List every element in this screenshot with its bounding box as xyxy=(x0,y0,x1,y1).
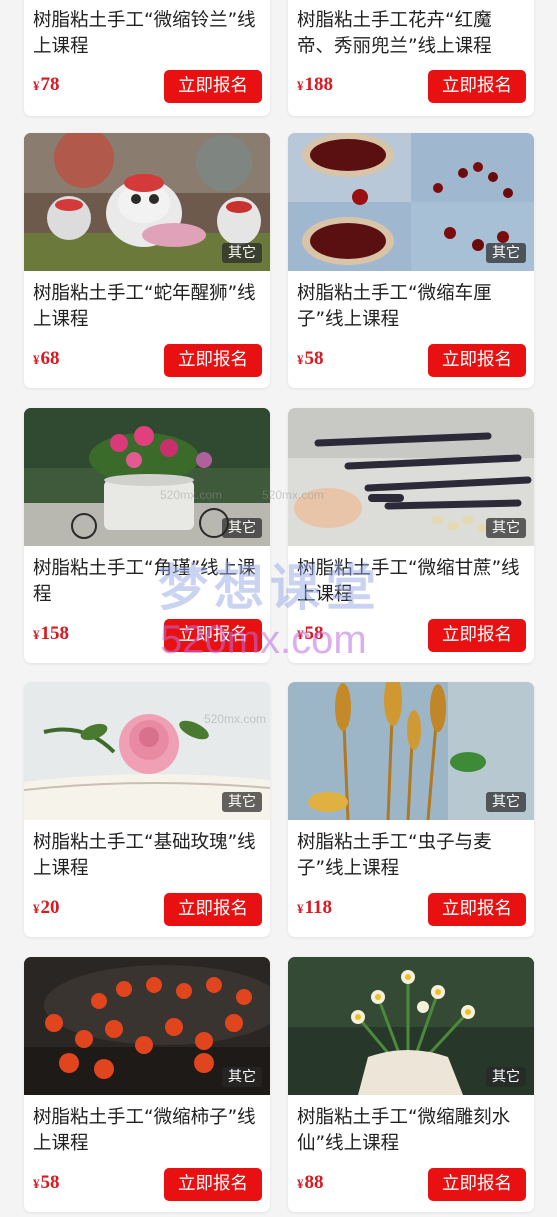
category-tag: 其它 xyxy=(486,1067,526,1087)
enroll-button[interactable]: 立即报名 xyxy=(428,70,526,103)
course-image-rose[interactable]: 其它 xyxy=(24,682,270,820)
course-card[interactable]: 其它 树脂粘土手工“微缩雕刻水仙”线上课程 ¥88 立即报名 xyxy=(288,957,534,1212)
enroll-button[interactable]: 立即报名 xyxy=(164,1168,262,1201)
course-title[interactable]: 树脂粘土手工“微缩铃兰”线上课程 xyxy=(33,8,262,60)
course-image-narcissus[interactable]: 其它 xyxy=(288,957,534,1095)
course-card[interactable]: 其它 树脂粘土手工“基础玫瑰”线上课程 ¥20 立即报名 xyxy=(24,682,270,937)
course-title[interactable]: 树脂粘土手工“微缩雕刻水仙”线上课程 xyxy=(297,1105,526,1157)
enroll-button[interactable]: 立即报名 xyxy=(164,70,262,103)
enroll-button[interactable]: 立即报名 xyxy=(164,344,262,377)
course-title[interactable]: 树脂粘土手工“基础玫瑰”线上课程 xyxy=(33,830,262,882)
course-image-wheat[interactable]: 其它 xyxy=(288,682,534,820)
course-image-persimmons[interactable]: 其它 xyxy=(24,957,270,1095)
course-card[interactable]: 其它 树脂粘土手工“微缩柿子”线上课程 ¥58 立即报名 xyxy=(24,957,270,1212)
course-card[interactable]: 树脂粘土手工“微缩铃兰”线上课程 ¥78 立即报名 xyxy=(24,0,270,116)
enroll-button[interactable]: 立即报名 xyxy=(164,893,262,926)
course-price: ¥118 xyxy=(297,897,332,918)
enroll-button[interactable]: 立即报名 xyxy=(428,893,526,926)
enroll-button[interactable]: 立即报名 xyxy=(164,619,262,652)
course-card[interactable]: 其它 树脂粘土手工“虫子与麦子”线上课程 ¥118 立即报名 xyxy=(288,682,534,937)
course-price: ¥88 xyxy=(297,1172,324,1193)
category-tag: 其它 xyxy=(222,792,262,812)
course-card[interactable]: 其它 树脂粘土手工“微缩甘蔗”线上课程 ¥58 立即报名 xyxy=(288,408,534,663)
course-card[interactable]: 其它 树脂粘土手工“角瑾”线上课程 ¥158 立即报名 xyxy=(24,408,270,663)
course-image-flower-pot[interactable]: 其它 xyxy=(24,408,270,546)
course-title[interactable]: 树脂粘土手工“虫子与麦子”线上课程 xyxy=(297,830,526,882)
category-tag: 其它 xyxy=(222,1067,262,1087)
category-tag: 其它 xyxy=(222,518,262,538)
enroll-button[interactable]: 立即报名 xyxy=(428,344,526,377)
course-price: ¥158 xyxy=(33,623,69,644)
enroll-button[interactable]: 立即报名 xyxy=(428,619,526,652)
course-card[interactable]: 其它 树脂粘土手工“微缩车厘子”线上课程 ¥58 立即报名 xyxy=(288,133,534,388)
category-tag: 其它 xyxy=(486,243,526,263)
course-price: ¥78 xyxy=(33,74,60,95)
course-title[interactable]: 树脂粘土手工花卉“红魔帝、秀丽兜兰”线上课程 xyxy=(297,8,526,60)
course-image-sugarcane[interactable]: 其它 xyxy=(288,408,534,546)
course-price: ¥188 xyxy=(297,74,333,95)
category-tag: 其它 xyxy=(486,792,526,812)
course-price: ¥58 xyxy=(297,623,324,644)
course-image-lion-dance[interactable]: 其它 xyxy=(24,133,270,271)
course-title[interactable]: 树脂粘土手工“蛇年醒狮”线上课程 xyxy=(33,281,262,333)
course-title[interactable]: 树脂粘土手工“微缩车厘子”线上课程 xyxy=(297,281,526,333)
course-title[interactable]: 树脂粘土手工“微缩甘蔗”线上课程 xyxy=(297,556,526,608)
course-card[interactable]: 树脂粘土手工花卉“红魔帝、秀丽兜兰”线上课程 ¥188 立即报名 xyxy=(288,0,534,116)
course-image-cherries[interactable]: 其它 xyxy=(288,133,534,271)
course-title[interactable]: 树脂粘土手工“角瑾”线上课程 xyxy=(33,556,262,608)
course-price: ¥58 xyxy=(297,348,324,369)
course-price: ¥58 xyxy=(33,1172,60,1193)
category-tag: 其它 xyxy=(486,518,526,538)
course-card[interactable]: 其它 树脂粘土手工“蛇年醒狮”线上课程 ¥68 立即报名 xyxy=(24,133,270,388)
course-price: ¥68 xyxy=(33,348,60,369)
course-title[interactable]: 树脂粘土手工“微缩柿子”线上课程 xyxy=(33,1105,262,1157)
enroll-button[interactable]: 立即报名 xyxy=(428,1168,526,1201)
course-price: ¥20 xyxy=(33,897,60,918)
category-tag: 其它 xyxy=(222,243,262,263)
